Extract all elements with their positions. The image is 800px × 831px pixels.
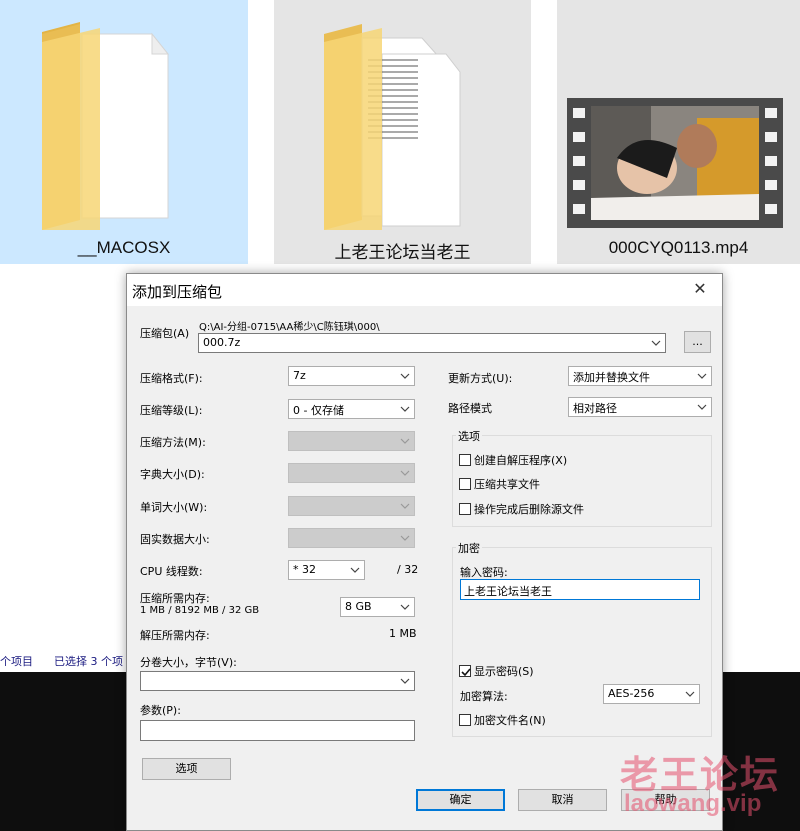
sfx-label: 创建自解压程序(X) [474, 454, 568, 467]
chevron-down-icon [399, 601, 411, 613]
format-combo[interactable]: 7z [288, 366, 415, 386]
sfx-checkbox[interactable]: 创建自解压程序(X) [459, 452, 567, 468]
algorithm-value: AES-256 [608, 687, 655, 700]
file-tile-macosx[interactable]: __MACOSX [0, 0, 248, 264]
file-label: 000CYQ0113.mp4 [608, 238, 749, 257]
chevron-down-icon [399, 532, 411, 544]
split-label: 分卷大小，字节(V): [140, 656, 237, 669]
video-thumbnail [567, 98, 783, 228]
threads-label: CPU 线程数: [140, 565, 203, 578]
archive-name-value: 000.7z [203, 336, 241, 349]
path-mode-value: 相对路径 [573, 402, 617, 415]
show-password-checkbox[interactable]: 显示密码(S) [459, 663, 534, 679]
archive-name-combo[interactable]: 000.7z [198, 333, 666, 353]
level-label: 压缩等级(L): [140, 404, 203, 417]
chevron-down-icon [399, 467, 411, 479]
item-count: 个项目 [0, 655, 33, 668]
mem-combo[interactable]: 8 GB [340, 597, 415, 617]
file-label: 上老王论坛当老王 [334, 243, 471, 262]
close-icon[interactable]: ✕ [678, 274, 722, 306]
folder-icon [42, 22, 170, 230]
checkbox-icon [459, 454, 471, 466]
checkbox-checked-icon [459, 665, 471, 677]
update-value: 添加并替换文件 [573, 371, 650, 384]
word-label: 单词大小(W): [140, 501, 208, 514]
selection-count: 已选择 3 个项 [54, 655, 123, 668]
browse-button[interactable]: ... [684, 331, 711, 353]
chevron-down-icon [399, 675, 411, 687]
chevron-down-icon [399, 500, 411, 512]
level-combo[interactable]: 0 - 仅存储 [288, 399, 415, 419]
folder-icon [324, 24, 461, 230]
shared-files-checkbox[interactable]: 压缩共享文件 [459, 476, 540, 492]
checkbox-icon [459, 714, 471, 726]
ok-button[interactable]: 确定 [416, 789, 505, 811]
algorithm-label: 加密算法: [460, 690, 508, 703]
params-label: 参数(P): [140, 704, 181, 717]
file-tile-folder[interactable]: 上老王论坛当老王 [274, 0, 531, 264]
chevron-down-icon [696, 401, 708, 413]
chevron-down-icon [696, 370, 708, 382]
format-label: 压缩格式(F): [140, 372, 203, 385]
dialog-titlebar: 添加到压缩包 ✕ [127, 274, 722, 306]
params-input[interactable] [140, 720, 415, 741]
delete-after-label: 操作完成后删除源文件 [474, 503, 584, 516]
checkbox-icon [459, 478, 471, 490]
encrypt-names-checkbox[interactable]: 加密文件名(N) [459, 712, 546, 728]
decomp-label: 解压所需内存: [140, 629, 210, 642]
file-tile-video[interactable]: 000CYQ0113.mp4 [557, 0, 800, 264]
chevron-down-icon [349, 564, 361, 576]
delete-after-checkbox[interactable]: 操作完成后删除源文件 [459, 501, 584, 517]
dict-combo [288, 463, 415, 483]
threads-max: / 32 [397, 563, 419, 576]
solid-combo [288, 528, 415, 548]
solid-label: 固实数据大小: [140, 533, 210, 546]
decomp-value: 1 MB [389, 627, 417, 640]
options-group-title: 选项 [456, 428, 482, 444]
threads-combo[interactable]: * 32 [288, 560, 365, 580]
archive-label: 压缩包(A) [140, 327, 190, 340]
algorithm-combo[interactable]: AES-256 [603, 684, 700, 704]
mem-detail: 1 MB / 8192 MB / 32 GB [140, 605, 260, 616]
method-label: 压缩方法(M): [140, 436, 206, 449]
method-combo [288, 431, 415, 451]
dialog-title: 添加到压缩包 [132, 283, 223, 301]
chevron-down-icon [650, 337, 662, 349]
shared-files-label: 压缩共享文件 [474, 478, 540, 491]
encrypt-names-label: 加密文件名(N) [474, 714, 546, 727]
watermark-url: laowang.vip [624, 790, 762, 817]
chevron-down-icon [684, 688, 696, 700]
password-label: 输入密码: [460, 566, 508, 579]
cancel-button[interactable]: 取消 [518, 789, 607, 811]
mem-value: 8 GB [345, 600, 372, 613]
split-combo[interactable] [140, 671, 415, 691]
level-value: 0 - 仅存储 [293, 404, 344, 417]
chevron-down-icon [399, 403, 411, 415]
options-button[interactable]: 选项 [142, 758, 231, 780]
mem-label: 压缩所需内存: [140, 592, 210, 605]
threads-value: * 32 [293, 563, 316, 576]
show-password-label: 显示密码(S) [474, 665, 534, 678]
update-label: 更新方式(U): [448, 372, 513, 385]
explorer-status-bar: 个项目 已选择 3 个项 [0, 650, 140, 672]
chevron-down-icon [399, 435, 411, 447]
path-mode-label: 路径模式 [448, 402, 492, 415]
chevron-down-icon [399, 370, 411, 382]
encryption-group-title: 加密 [456, 540, 482, 556]
path-mode-combo[interactable]: 相对路径 [568, 397, 712, 417]
file-label: __MACOSX [77, 238, 171, 257]
password-input[interactable]: 上老王论坛当老王 [460, 579, 700, 600]
word-combo [288, 496, 415, 516]
checkbox-icon [459, 503, 471, 515]
archive-path: Q:\AI-分组-0715\AA稀少\C陈钰琪\000\ [199, 322, 380, 333]
update-combo[interactable]: 添加并替换文件 [568, 366, 712, 386]
format-value: 7z [293, 369, 306, 382]
dict-label: 字典大小(D): [140, 468, 205, 481]
